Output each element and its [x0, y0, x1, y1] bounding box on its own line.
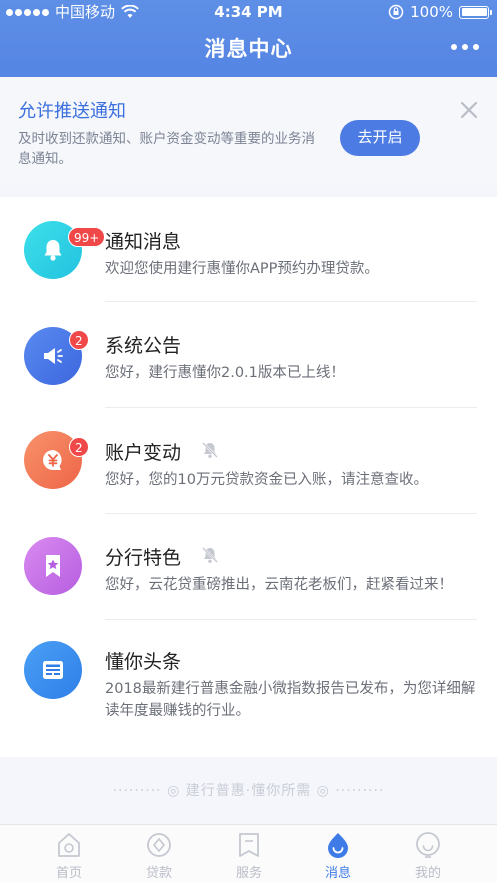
- message-item-headlines[interactable]: 懂你头条 2018最新建行普惠金融小微指数报告已发布，为您详细解读年度最赚钱的行…: [0, 621, 497, 757]
- message-item-announcements[interactable]: 2 系统公告 您好，建行惠懂你2.0.1版本已上线！: [0, 303, 497, 408]
- slogan-dots-left: ·········: [112, 783, 162, 799]
- message-preview: 您好，您的10万元贷款资金已入账，请注意查收。: [105, 472, 428, 488]
- more-options-icon[interactable]: [451, 44, 479, 50]
- message-preview: 2018最新建行普惠金融小微指数报告已发布，为您详细解读年度最赚钱的行业。: [105, 681, 476, 719]
- message-title: 懂你头条: [105, 651, 182, 673]
- status-bar: 中国移动 4:34 PM 100%: [0, 0, 497, 24]
- push-permission-banner: 允许推送通知 及时收到还款通知、账户资金变动等重要的业务消息通知。 去开启: [0, 77, 497, 184]
- divider: [105, 407, 477, 408]
- page-title: 消息中心: [204, 37, 293, 61]
- status-right: 100%: [388, 0, 492, 24]
- message-preview: 您好，云花贷重磅推出，云南花老板们，赶紧看过来！: [105, 577, 453, 593]
- orientation-lock-icon: [388, 4, 404, 20]
- slogan-dots-right: ·········: [335, 783, 385, 799]
- message-title: 分行特色: [105, 547, 182, 569]
- slogan-mark-icon: ◎: [316, 783, 330, 799]
- divider: [105, 619, 477, 620]
- message-item-branch-features[interactable]: 分行特色 您好，云花贷重磅推出，云南花老板们，赶紧看过来！: [0, 515, 497, 620]
- unread-badge: 2: [69, 437, 89, 457]
- muted-bell-icon: [202, 547, 218, 563]
- profile-icon: [416, 832, 440, 858]
- message-list: 99+ 通知消息 欢迎您使用建行惠懂你APP预约办理贷款。 2 系统公告 您好，…: [0, 197, 497, 757]
- footer-slogan: ········· ◎ 建行普惠·懂你所需 ◎ ·········: [0, 780, 497, 800]
- banner-description: 及时收到还款通知、账户资金变动等重要的业务消息通知。: [18, 131, 315, 167]
- service-icon: [239, 833, 259, 857]
- message-title: 系统公告: [105, 335, 182, 357]
- unread-badge: 2: [69, 330, 89, 350]
- battery-icon: [459, 5, 492, 19]
- slogan-text: 建行普惠·懂你所需: [185, 783, 312, 799]
- message-preview: 欢迎您使用建行惠懂你APP预约办理贷款。: [105, 261, 379, 277]
- divider: [105, 513, 477, 514]
- tab-label: 贷款: [145, 866, 172, 881]
- banner-title: 允许推送通知: [18, 101, 126, 122]
- battery-percent: 100%: [410, 3, 453, 21]
- message-item-notifications[interactable]: 99+ 通知消息 欢迎您使用建行惠懂你APP预约办理贷款。: [0, 197, 497, 302]
- divider: [105, 301, 477, 302]
- tab-profile[interactable]: 我的: [388, 825, 468, 883]
- tab-label: 我的: [414, 866, 441, 881]
- close-icon[interactable]: [458, 99, 480, 121]
- enable-push-button[interactable]: 去开启: [340, 120, 420, 156]
- top-bar: 中国移动 4:34 PM 100% 消息中心: [0, 0, 497, 77]
- loan-icon: [147, 833, 171, 857]
- slogan-mark-icon: ◎: [167, 783, 181, 799]
- newspaper-icon: [24, 641, 82, 699]
- tab-home[interactable]: 首页: [29, 825, 109, 883]
- message-title: 通知消息: [105, 231, 182, 253]
- unread-badge: 99+: [68, 227, 106, 247]
- tab-bar: 首页 贷款 服务 消息 我的: [0, 824, 497, 883]
- tab-service[interactable]: 服务: [209, 825, 289, 883]
- tab-label: 消息: [324, 866, 351, 881]
- message-title: 账户变动: [105, 442, 182, 464]
- tab-messages[interactable]: 消息: [298, 825, 378, 883]
- tab-label: 服务: [235, 866, 262, 881]
- message-item-account-changes[interactable]: 2 账户变动 您好，您的10万元贷款资金已入账，请注意查收。: [0, 409, 497, 514]
- tab-loan[interactable]: 贷款: [119, 825, 199, 883]
- message-icon: [328, 833, 348, 858]
- footer-area: ········· ◎ 建行普惠·懂你所需 ◎ ·········: [0, 757, 497, 824]
- tab-label: 首页: [55, 866, 82, 881]
- muted-bell-icon: [202, 442, 218, 458]
- home-icon: [58, 833, 80, 857]
- bookmark-star-icon: [24, 537, 82, 595]
- message-preview: 您好，建行惠懂你2.0.1版本已上线！: [105, 365, 345, 381]
